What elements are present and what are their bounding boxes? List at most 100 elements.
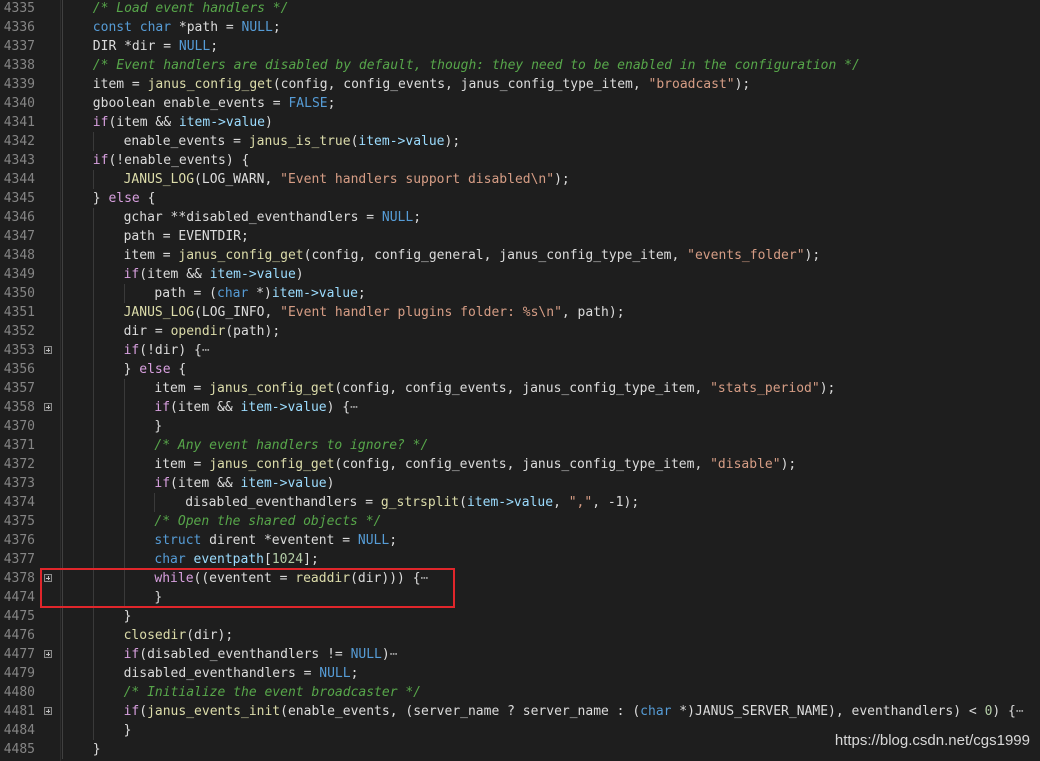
code-line[interactable]: 4342 enable_events = janus_is_true(item->…: [0, 132, 1040, 151]
watermark-text: https://blog.csdn.net/cgs1999: [834, 732, 1030, 749]
collapsed-ellipsis-icon[interactable]: ⋯: [1016, 704, 1024, 719]
code-token: ): [295, 267, 304, 282]
fold-expand-icon[interactable]: [44, 346, 52, 354]
code-line[interactable]: 4358 if(item && item->value) {⋯: [0, 398, 1040, 417]
code-line[interactable]: 4376 struct dirent *eventent = NULL;: [0, 531, 1040, 550]
code-line[interactable]: 4345} else {: [0, 189, 1040, 208]
code-token: NULL: [178, 39, 211, 54]
fold-expand-icon[interactable]: [44, 707, 52, 715]
indent-guide: [123, 417, 155, 436]
collapsed-ellipsis-icon[interactable]: ⋯: [390, 647, 398, 662]
collapsed-ellipsis-icon[interactable]: ⋯: [350, 400, 358, 415]
code-line[interactable]: 4477 if(disabled_eventhandlers != NULL)⋯: [0, 645, 1040, 664]
line-number: 4370: [3, 419, 35, 434]
indent-guide: [62, 626, 93, 645]
line-number: 4341: [3, 115, 35, 130]
code-text: JANUS_LOG(LOG_WARN, "Event handlers supp…: [62, 170, 570, 189]
code-text: char eventpath[1024];: [62, 550, 319, 569]
code-line[interactable]: 4353 if(!dir) {⋯: [0, 341, 1040, 360]
code-token: gboolean enable_events =: [92, 96, 289, 111]
code-line[interactable]: 4373 if(item && item->value): [0, 474, 1040, 493]
indent-guide: [92, 512, 124, 531]
indent-guide: [92, 360, 124, 379]
code-line[interactable]: 4378 while((eventent = readdir(dir))) {⋯: [0, 569, 1040, 588]
code-token: ,: [553, 495, 569, 510]
indent-guide: [92, 303, 124, 322]
indent-guide: [92, 341, 124, 360]
code-token: char: [139, 20, 172, 35]
line-number: 4374: [3, 495, 35, 510]
code-line[interactable]: 4375 /* Open the shared objects */: [0, 512, 1040, 531]
indent-guide: [62, 227, 93, 246]
code-token: "broadcast": [648, 77, 735, 92]
code-token: (dir))) {: [350, 571, 421, 586]
code-line[interactable]: 4476 closedir(dir);: [0, 626, 1040, 645]
code-token: if: [123, 267, 140, 282]
indent-guide: [62, 645, 93, 664]
fold-expand-icon[interactable]: [44, 403, 52, 411]
code-line[interactable]: 4481 if(janus_events_init(enable_events, …: [0, 702, 1040, 721]
code-line[interactable]: 4357 item = janus_config_get(config, conf…: [0, 379, 1040, 398]
code-line[interactable]: 4343 if(!enable_events) {: [0, 151, 1040, 170]
code-token: janus_events_init: [147, 704, 281, 719]
code-line[interactable]: 4374 disabled_eventhandlers = g_strsplit(…: [0, 493, 1040, 512]
code-text: while((eventent = readdir(dir))) {⋯: [62, 569, 428, 588]
fold-expand-icon[interactable]: [44, 574, 52, 582]
code-text: }: [62, 740, 101, 759]
indent-guide: [92, 626, 124, 645]
line-number: 4485: [3, 742, 35, 757]
code-text: if(janus_events_init(enable_events, (ser…: [62, 702, 1024, 721]
line-number: 4378: [3, 571, 35, 586]
code-text: enable_events = janus_is_true(item->valu…: [62, 132, 460, 151]
code-token: ((eventent =: [193, 571, 296, 586]
fold-expand-icon[interactable]: [44, 650, 52, 658]
code-token: );: [780, 457, 797, 472]
code-line[interactable]: 4371 /* Any event handlers to ignore? */: [0, 436, 1040, 455]
code-line[interactable]: 4474}: [0, 588, 1040, 607]
code-token: NULL: [357, 533, 390, 548]
code-token: (: [139, 704, 148, 719]
indent-guide: [62, 512, 93, 531]
code-line[interactable]: 4341 if(item && item->value): [0, 113, 1040, 132]
indent-guide: [62, 303, 93, 322]
indent-guide: [92, 455, 124, 474]
code-line[interactable]: 4339 item = janus_config_get(config, conf…: [0, 75, 1040, 94]
code-editor[interactable]: 4335 /* Load event handlers */ 4336 const c…: [0, 0, 1040, 761]
code-line[interactable]: 4352 dir = opendir(path);: [0, 322, 1040, 341]
code-token: (!enable_events) {: [108, 153, 250, 168]
code-token: (LOG_WARN,: [194, 172, 281, 187]
code-token: disabled_eventhandlers =: [185, 495, 381, 510]
code-line[interactable]: 4344 JANUS_LOG(LOG_WARN, "Event handlers …: [0, 170, 1040, 189]
code-line[interactable]: 4335 /* Load event handlers */: [0, 0, 1040, 18]
code-line[interactable]: 4350 path = (char *)item->value;: [0, 284, 1040, 303]
code-line[interactable]: 4351 JANUS_LOG(LOG_INFO, "Event handler p…: [0, 303, 1040, 322]
code-line[interactable]: 4346 gchar **disabled_eventhandlers = NUL…: [0, 208, 1040, 227]
code-line[interactable]: 4370}: [0, 417, 1040, 436]
code-line[interactable]: 4356} else {: [0, 360, 1040, 379]
indent-guide: [62, 94, 93, 113]
code-line[interactable]: 4340 gboolean enable_events = FALSE;: [0, 94, 1040, 113]
code-line[interactable]: 4336 const char *path = NULL;: [0, 18, 1040, 37]
code-line[interactable]: 4347 path = EVENTDIR;: [0, 227, 1040, 246]
code-line[interactable]: 4479 disabled_eventhandlers = NULL;: [0, 664, 1040, 683]
code-token: item->value: [240, 400, 327, 415]
collapsed-ellipsis-icon[interactable]: ⋯: [421, 571, 429, 586]
indent-guide: [123, 398, 155, 417]
code-line[interactable]: 4349 if(item && item->value): [0, 265, 1040, 284]
code-line[interactable]: 4377 char eventpath[1024];: [0, 550, 1040, 569]
code-text: dir = opendir(path);: [62, 322, 280, 341]
code-line[interactable]: 4338 /* Event handlers are disabled by de…: [0, 56, 1040, 75]
code-line[interactable]: 4480 /* Initialize the event broadcaster …: [0, 683, 1040, 702]
code-line[interactable]: 4348 item = janus_config_get(config, conf…: [0, 246, 1040, 265]
code-line[interactable]: 4337 DIR *dir = NULL;: [0, 37, 1040, 56]
indent-guide: [62, 436, 93, 455]
collapsed-ellipsis-icon[interactable]: ⋯: [202, 343, 210, 358]
code-line[interactable]: 4475}: [0, 607, 1040, 626]
code-token: while: [154, 571, 194, 586]
code-line[interactable]: 4372 item = janus_config_get(config, conf…: [0, 455, 1040, 474]
code-token: ;: [413, 210, 422, 225]
code-token: struct: [154, 533, 202, 548]
code-token: *)JANUS_SERVER_NAME), eventhandlers) <: [671, 704, 985, 719]
line-number: 4352: [3, 324, 35, 339]
